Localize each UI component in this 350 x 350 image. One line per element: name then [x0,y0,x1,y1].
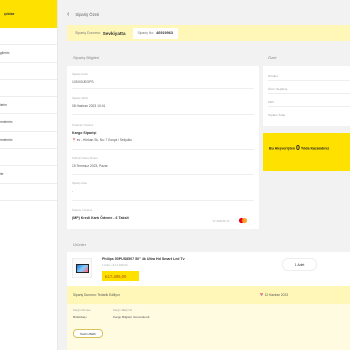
delivery-method-field: Teslimat Yöntemi Kargo Siparişi 📍 ev - H… [72,123,254,150]
cargo-tracking-value: Kargo Bilgileri Güncellendi [113,315,150,319]
status-label: Sipariş Durumu: [75,31,101,35]
shipment-status-strip: Sipariş Durumu: Tedarik Ediliyor 📅 12 Ha… [67,286,350,304]
sidebar-item[interactable] [0,184,57,201]
sidebar-item[interactable]: rmelerim [0,132,57,150]
order-number-value: 46919963 [156,31,173,35]
cargo-tracking-label: Kargo Takip No [113,308,133,312]
top-bar: ‹ Sipariş Özeti [67,8,99,20]
field-value: 08 Haziran 2023 10:41 [72,104,106,108]
summary-row: Ürünler [268,70,350,81]
cargo-company-label: Kargo Firması [73,308,91,312]
field-value: 10SIX5JEOPS [72,80,94,84]
sidebar: çıklar gilerim lerim rmelerim rmelerim l… [0,0,58,350]
summary-row: KDV [268,96,350,107]
order-info-title: Sipariş Bilgileri [73,55,100,60]
summary-row: Ürün: Seçilmiş [268,83,350,94]
field-value: 15 Temmuz 2023, Pazar [72,164,108,168]
field-label: Ödeme Yöntemi [72,208,93,212]
sidebar-item[interactable]: lerim [0,97,57,115]
field-label: Teslimat Yöntemi [72,123,94,127]
sidebar-item[interactable] [0,63,57,80]
field-label: Sipariş Kodu [72,72,88,76]
cargo-company-value: Bölükbaşı [73,315,87,319]
field-label: Tahmini Varış Süresi [72,156,98,160]
sidebar-item[interactable]: gilerim [0,45,57,63]
mastercard-icon [236,216,250,225]
sidebar-header: çıklar [0,0,57,28]
product-meta: 1 Adet • ₺ 17.499,00 [102,263,128,267]
sidebar-item[interactable]: ler [0,166,57,184]
payment-method-field: Ödeme Yöntemi (MP) Kredi Kartı Ödeme - 6… [72,208,254,226]
field-label: Sipariş Notu [72,181,88,185]
field-value: - [72,189,74,193]
chevron-left-icon[interactable]: ‹ [67,11,69,18]
sidebar-item[interactable] [0,80,57,98]
sidebar-item[interactable] [0,28,57,46]
main-content: ‹ Sipariş Özeti Sipariş Durumu: Sevkiyat… [58,0,350,350]
field-value: Kargo Siparişi [72,131,97,135]
cargo-company: Kargo Firması Bölükbaşı [73,308,91,319]
confirm-delivery-button[interactable]: Teslim Bildir [73,329,103,338]
products-title: Ürünler [73,242,87,247]
product-price: ₺17.499,00 [102,271,139,281]
status-value: Sevkiyatta [102,30,126,36]
promo-text: Bu Alışverişten [269,146,297,151]
summary-row: Toplam Tutar [268,113,286,117]
order-number-label: Sipariş No: [137,31,155,35]
shipment-date: 📅 12 Haziran 2023 [259,293,288,297]
order-info-card: Sipariş Kodu 10SIX5JEOPS Sipariş Tarihi … [67,66,259,229]
cargo-info: Kargo Firması Bölükbaşı Kargo Takip No K… [67,304,350,350]
product-image[interactable] [72,258,92,278]
order-date-field: Sipariş Tarihi 08 Haziran 2023 10:41 [72,96,254,115]
product-quantity: 1 Adet [282,258,317,271]
product-name[interactable]: Philips 50PUS8507 50" 4k Ultra Hd Smart … [102,257,185,261]
tv-icon [76,264,89,273]
sidebar-item[interactable]: rmelerim [0,114,57,132]
payment-amount: 17.499,00 TL [212,219,230,223]
loyalty-promo-banner: Bu Alışverişten 0 Yılda Kazandınız [263,133,350,171]
estimated-arrival-field: Tahmini Varış Süresi 15 Temmuz 2023, Paz… [72,156,254,175]
order-code-field: Sipariş Kodu 10SIX5JEOPS [72,72,254,89]
shipment-status-text: Sipariş Durumu: Tedarik Ediliyor [73,293,120,297]
promo-text-after: Yılda Kazandınız [299,146,330,151]
summary-title: Özet [268,55,277,60]
delivery-address: 📍 ev - Hürkan Sk. No: 7 Konya / Selçuklu [72,138,132,142]
order-number-badge: Sipariş No: 46919963 [132,27,178,39]
summary-card: Ürünler Ürün: Seçilmiş KDV Toplam Tutar [263,66,350,126]
order-status-bar: Sipariş Durumu: Sevkiyatta Sipariş No: 4… [67,25,350,41]
field-label: Sipariş Tarihi [72,96,88,100]
page-title: Sipariş Özeti [75,11,100,17]
order-note-field: Sipariş Notu - [72,181,254,201]
cargo-tracking: Kargo Takip No Kargo Bilgileri Güncellen… [113,308,149,319]
sidebar-item[interactable] [0,149,57,167]
